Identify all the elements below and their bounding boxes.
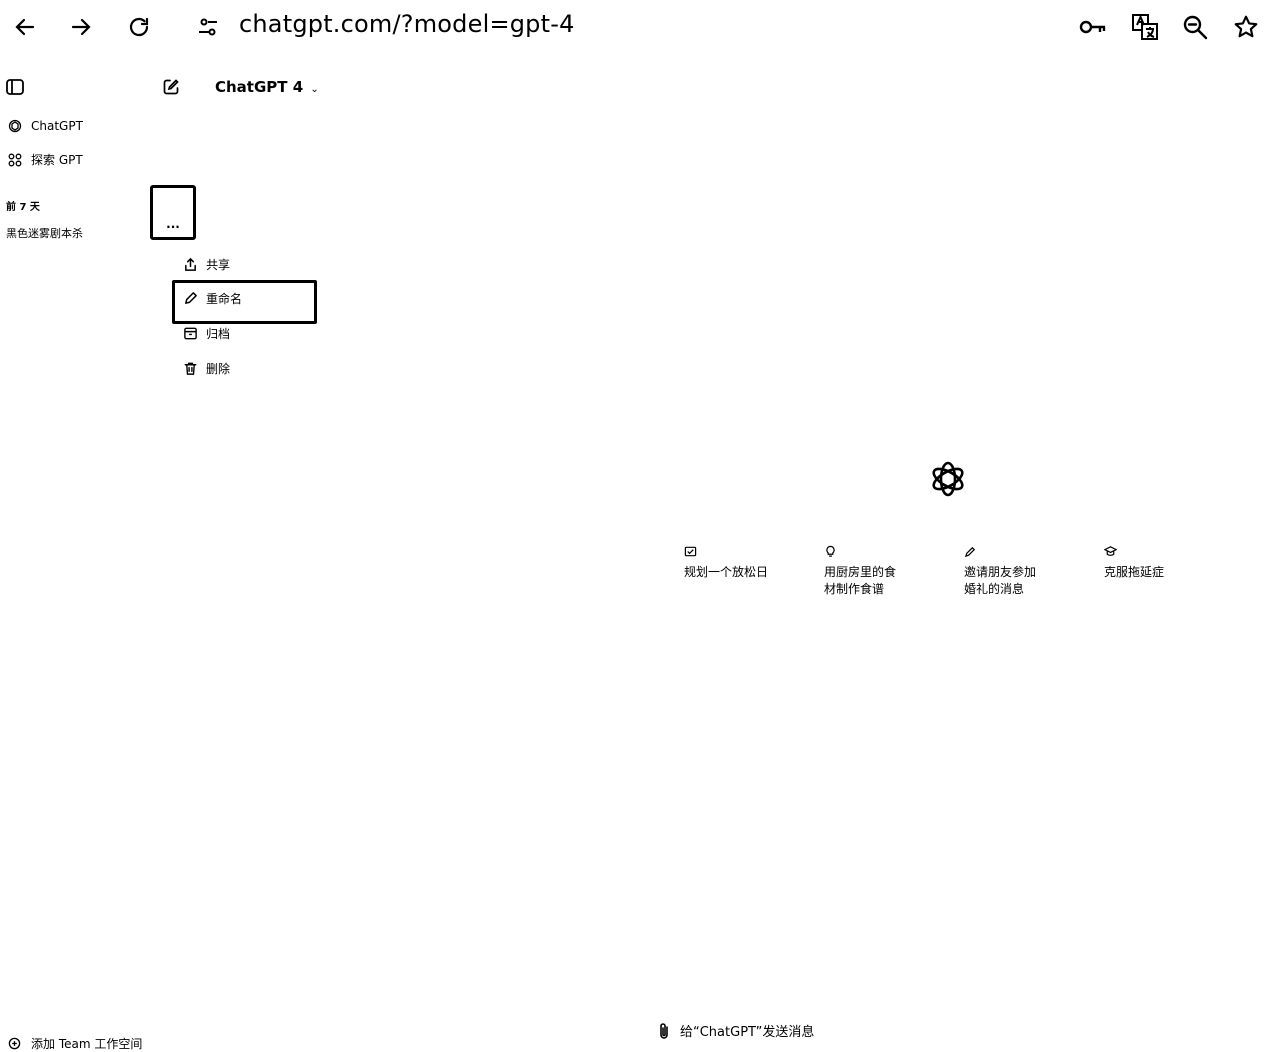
openai-logo-icon: [932, 461, 964, 497]
back-button[interactable]: [10, 12, 40, 42]
suggestion-line: 用厨房里的食: [824, 565, 897, 579]
section-label: 前 7 天: [6, 202, 40, 213]
more-dots-icon: ...: [166, 217, 180, 231]
paperclip-icon[interactable]: [658, 1022, 670, 1040]
footer-label: 添加 Team 工作空间: [31, 1037, 143, 1051]
bulb-icon: [826, 545, 835, 557]
reload-icon: [129, 17, 149, 37]
archive-icon: [184, 327, 197, 339]
forward-button[interactable]: [66, 12, 96, 42]
new-chat-icon: [163, 79, 179, 95]
suggestion-card[interactable]: 邀请朋友参加 婚礼的消息: [964, 545, 1084, 598]
model-selector[interactable]: ChatGPT 4 ⌄: [215, 78, 319, 96]
new-chat-button[interactable]: [162, 78, 180, 100]
sidebar-item-chatgpt[interactable]: ChatGPT: [8, 119, 83, 133]
sidebar-toggle-icon: [6, 79, 24, 95]
translate-button[interactable]: [1130, 12, 1160, 42]
suggestion-line: 材制作食谱: [824, 582, 885, 596]
password-key-button[interactable]: [1078, 12, 1108, 42]
menu-item-delete[interactable]: 删除: [183, 358, 230, 378]
translate-icon: [1132, 14, 1158, 40]
rename-highlight: [172, 280, 317, 324]
plan-icon: [684, 546, 697, 557]
cap-icon: [1104, 546, 1117, 556]
menu-item-archive[interactable]: 归档: [183, 323, 230, 343]
add-circle-icon: [8, 1037, 21, 1050]
menu-item-label: 共享: [206, 257, 231, 272]
message-composer[interactable]: 给“ChatGPT”发送消息: [658, 1021, 814, 1040]
add-team-workspace[interactable]: 添加 Team 工作空间: [8, 1035, 142, 1052]
sidebar-item-explore-gpt[interactable]: 探索 GPT: [8, 151, 83, 168]
model-label: ChatGPT 4: [215, 78, 304, 96]
star-icon: [1234, 15, 1258, 38]
sidebar-item-label: 探索 GPT: [31, 153, 83, 167]
zoom-out-icon: [1183, 15, 1208, 40]
address-bar[interactable]: chatgpt.com/?model=gpt-4: [239, 10, 575, 38]
chevron-down-icon: ⌄: [310, 84, 319, 95]
suggestion-line: 规划一个放松日: [684, 565, 769, 579]
grid-icon: [8, 153, 22, 166]
openai-logo-icon: [8, 119, 22, 133]
reload-button[interactable]: [124, 12, 154, 42]
share-icon: [185, 257, 196, 271]
zoom-button[interactable]: [1180, 12, 1210, 42]
trash-icon: [184, 362, 197, 375]
suggestion-card[interactable]: 用厨房里的食 材制作食谱: [824, 545, 944, 598]
bookmark-button[interactable]: [1231, 12, 1261, 42]
toggle-sidebar-button[interactable]: [6, 79, 24, 99]
forward-icon: [71, 18, 91, 36]
suggestion-line: 克服拖延症: [1104, 565, 1165, 579]
conversation-options-button[interactable]: ...: [150, 185, 196, 240]
message-input-placeholder[interactable]: 给“ChatGPT”发送消息: [680, 1021, 814, 1040]
suggestion-line: 婚礼的消息: [964, 582, 1025, 596]
suggestion-line: 邀请朋友参加: [964, 565, 1037, 579]
menu-item-label: 删除: [206, 361, 231, 376]
key-icon: [1079, 20, 1106, 34]
back-icon: [15, 18, 35, 36]
site-settings-icon: [199, 18, 217, 36]
suggestion-card[interactable]: 规划一个放松日: [684, 545, 804, 581]
suggestion-card[interactable]: 克服拖延症: [1104, 545, 1224, 581]
sidebar-item-label: ChatGPT: [31, 119, 83, 133]
site-settings-button[interactable]: [193, 12, 223, 42]
menu-item-label: 归档: [206, 326, 231, 341]
menu-item-share[interactable]: 共享: [183, 254, 230, 274]
conversation-item[interactable]: 黑色迷雾剧本杀: [6, 225, 83, 241]
pen-icon: [964, 546, 976, 558]
